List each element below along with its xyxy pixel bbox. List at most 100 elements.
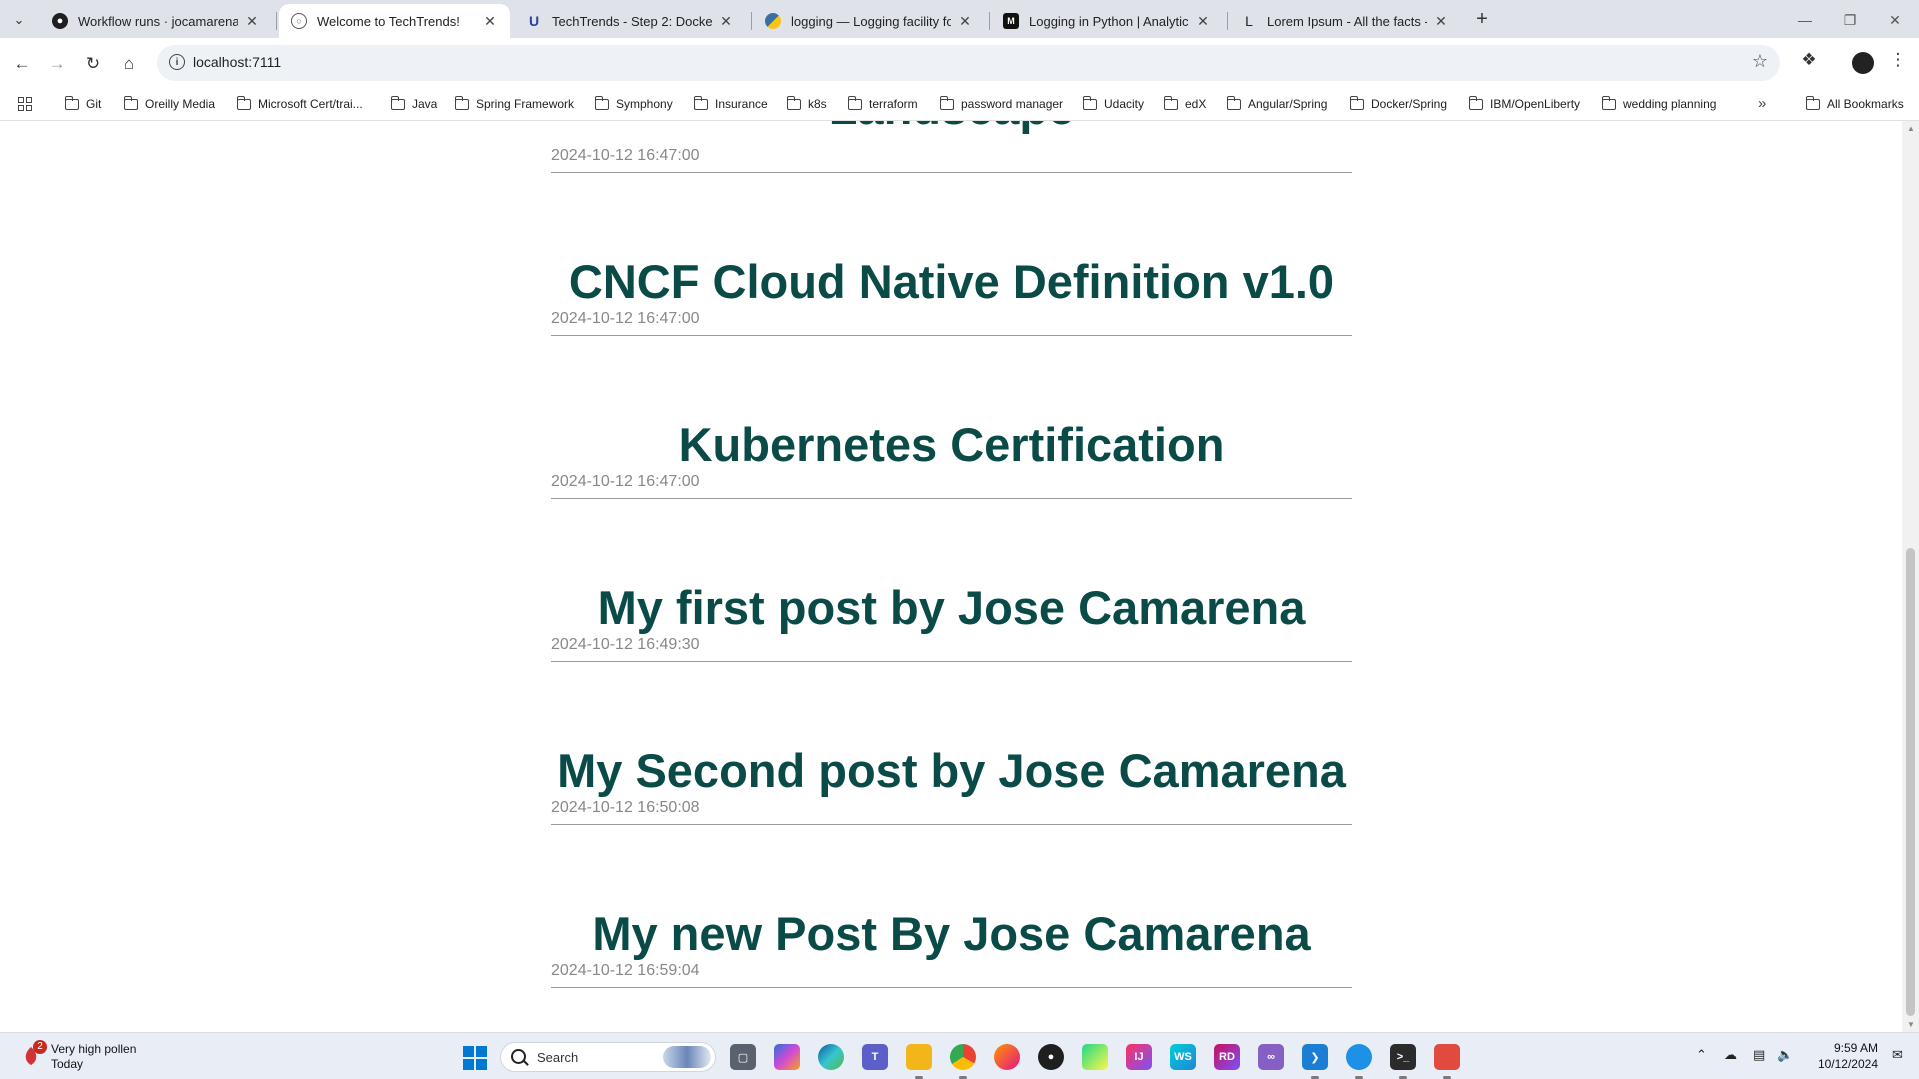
home-icon[interactable]: ⌂ [115, 50, 143, 78]
weather-text: Very high pollen Today [51, 1042, 136, 1072]
address-bar[interactable]: i localhost:7111 ☆ [157, 45, 1780, 81]
visual-studio-icon[interactable]: ∞ [1258, 1044, 1284, 1070]
snipping-tool-icon[interactable] [1434, 1044, 1460, 1070]
bookmark-folder-k8s[interactable]: k8s [786, 94, 827, 114]
task-view-icon[interactable]: ▢ [730, 1044, 756, 1070]
copilot-icon[interactable] [774, 1044, 800, 1070]
teams-icon[interactable]: T [862, 1044, 888, 1070]
forward-arrow-icon[interactable]: → [43, 50, 71, 78]
new-tab-plus-icon[interactable]: + [1470, 8, 1494, 32]
post-title-link[interactable]: CNCF Cloud Native Definition v1.0 [551, 254, 1352, 310]
bookmark-label: Spring Framework [476, 97, 575, 111]
tab-workflow-runs[interactable]: ● Workflow runs · jocamarena/UD ✕ [40, 4, 272, 38]
folder-icon [1805, 95, 1820, 110]
site-info-icon[interactable]: i [169, 54, 185, 70]
bookmark-folder-docker-spring[interactable]: Docker/Spring [1349, 94, 1447, 114]
docker-desktop-icon[interactable] [1346, 1044, 1372, 1070]
folder-icon [390, 95, 405, 110]
minimize-icon[interactable]: — [1785, 8, 1825, 32]
close-icon[interactable]: ✕ [482, 13, 498, 30]
terminal-icon[interactable]: >_ [1390, 1044, 1416, 1070]
tab-lorem-ipsum[interactable]: L Lorem Ipsum - All the facts - Lip ✕ [1229, 4, 1461, 38]
search-highlight-image [663, 1046, 711, 1068]
python-icon [765, 13, 781, 29]
close-icon[interactable]: ✕ [1195, 13, 1211, 30]
clock-time: 9:59 AM [1833, 1041, 1878, 1055]
folder-icon [847, 95, 862, 110]
network-icon[interactable]: ▤ [1753, 1047, 1765, 1063]
post-title-link[interactable]: My first post by Jose Camarena [551, 580, 1352, 636]
restore-icon[interactable]: ❐ [1830, 8, 1870, 32]
page-scrollbar-thumb[interactable] [1906, 548, 1915, 1016]
search-label: Search [537, 1050, 579, 1065]
bookmark-folder-git[interactable]: Git [64, 94, 101, 114]
close-icon[interactable]: ✕ [718, 13, 734, 30]
bookmark-folder-insurance[interactable]: Insurance [693, 94, 768, 114]
post-title-link[interactable]: My new Post By Jose Camarena [551, 906, 1352, 962]
profile-avatar[interactable] [1852, 52, 1874, 74]
bookmark-label: password manager [961, 97, 1064, 111]
close-icon[interactable]: ✕ [1433, 13, 1449, 30]
bookmark-folder-udacity[interactable]: Udacity [1082, 94, 1144, 114]
rider-icon[interactable]: RD [1214, 1044, 1240, 1070]
github-desktop-icon[interactable]: ● [1038, 1044, 1064, 1070]
volume-icon[interactable]: 🔈 [1777, 1047, 1793, 1063]
post-title-link[interactable]: Landscape [551, 121, 1352, 136]
bookmark-folder-oreilly[interactable]: Oreilly Media [123, 94, 215, 114]
taskbar-search-box[interactable]: Search [500, 1042, 716, 1072]
windows-taskbar: 2 Very high pollen Today Search ▢ T ● IJ… [0, 1032, 1919, 1079]
jetbrains-toolbox-icon[interactable] [1082, 1044, 1108, 1070]
bookmark-folder-spring[interactable]: Spring Framework [454, 94, 575, 114]
tab-title: Welcome to TechTrends! [317, 13, 460, 29]
chrome-icon[interactable] [950, 1044, 976, 1070]
bookmarks-bar: Git Oreilly Media Microsoft Cert/trai...… [0, 88, 1919, 121]
tab-docker-step[interactable]: U TechTrends - Step 2: Docker for ✕ [514, 4, 746, 38]
tab-title: TechTrends - Step 2: Docker for [552, 13, 712, 29]
onedrive-cloud-icon[interactable]: ☁ [1724, 1047, 1737, 1063]
post-title-link[interactable]: My Second post by Jose Camarena [551, 743, 1352, 799]
bookmark-star-icon[interactable]: ☆ [1752, 51, 1768, 72]
tab-logging-analytics[interactable]: M Logging in Python | Analytics V ✕ [991, 4, 1223, 38]
window-close-icon[interactable]: ✕ [1875, 8, 1915, 32]
system-clock[interactable]: 9:59 AM 10/12/2024 [1806, 1040, 1878, 1072]
bookmark-folder-wedding-planning[interactable]: wedding planning [1601, 94, 1716, 114]
reload-icon[interactable]: ↻ [79, 50, 107, 78]
bookmark-folder-terraform[interactable]: terraform [847, 94, 918, 114]
firefox-icon[interactable] [994, 1044, 1020, 1070]
weather-title: Very high pollen [51, 1042, 137, 1056]
intellij-idea-icon[interactable]: IJ [1126, 1044, 1152, 1070]
all-bookmarks-folder[interactable]: All Bookmarks [1805, 94, 1904, 114]
apps-grid-icon[interactable] [18, 97, 32, 111]
show-hidden-icons-chevron-icon[interactable]: ⌃ [1696, 1047, 1707, 1063]
page-viewport: Landscape 2024-10-12 16:47:00 CNCF Cloud… [0, 121, 1902, 1032]
back-arrow-icon[interactable]: ← [8, 50, 36, 78]
tab-welcome-techtrends[interactable]: ○ Welcome to TechTrends! ✕ [279, 4, 510, 38]
bookmark-folder-ibm-openliberty[interactable]: IBM/OpenLiberty [1468, 94, 1580, 114]
post-date: 2024-10-12 16:49:30 [551, 636, 700, 653]
file-explorer-icon[interactable] [906, 1044, 932, 1070]
windows-start-icon[interactable] [463, 1046, 487, 1070]
bookmarks-overflow-chevron-icon[interactable]: » [1758, 95, 1766, 112]
vscode-icon[interactable]: ❯ [1302, 1044, 1328, 1070]
bookmark-folder-microsoft[interactable]: Microsoft Cert/trai... [236, 94, 363, 114]
notifications-icon[interactable]: ✉ [1892, 1047, 1903, 1063]
menu-kebab-icon[interactable]: ⋮ [1884, 50, 1912, 70]
bookmark-folder-angular-spring[interactable]: Angular/Spring [1226, 94, 1327, 114]
bookmark-folder-java[interactable]: Java [390, 94, 437, 114]
extensions-puzzle-icon[interactable]: ❖ [1795, 50, 1823, 70]
folder-icon [64, 95, 79, 110]
bookmark-folder-edx[interactable]: edX [1163, 94, 1206, 114]
bookmark-folder-password-manager[interactable]: password manager [939, 94, 1064, 114]
bookmark-folder-symphony[interactable]: Symphony [594, 94, 673, 114]
edge-icon[interactable] [818, 1044, 844, 1070]
folder-icon [1601, 95, 1616, 110]
scroll-down-arrow-icon[interactable]: ▼ [1906, 1020, 1916, 1029]
tab-search-chevron-icon[interactable]: ⌄ [8, 9, 30, 31]
webstorm-icon[interactable]: WS [1170, 1044, 1196, 1070]
tab-python-logging[interactable]: logging — Logging facility for P ✕ [753, 4, 985, 38]
scroll-up-arrow-icon[interactable]: ▲ [1906, 124, 1916, 133]
post-title-link[interactable]: Kubernetes Certification [551, 417, 1352, 473]
close-icon[interactable]: ✕ [244, 13, 260, 30]
close-icon[interactable]: ✕ [957, 13, 973, 30]
bookmark-label: Symphony [616, 97, 673, 111]
